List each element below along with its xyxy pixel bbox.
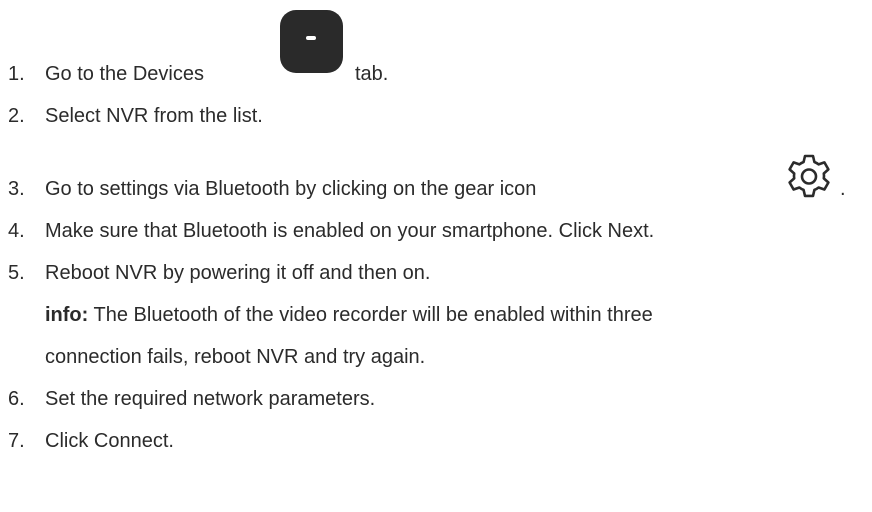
step-6: 6. Set the required network parameters. bbox=[8, 387, 375, 411]
devices-tab-icon bbox=[280, 10, 343, 73]
step-number: 4. bbox=[8, 220, 25, 242]
info-note: info: The Bluetooth of the video recorde… bbox=[45, 303, 653, 327]
gear-icon bbox=[788, 154, 830, 198]
step-number: 6. bbox=[8, 388, 25, 410]
step-number: 3. bbox=[8, 178, 25, 200]
step-4: 4. Make sure that Bluetooth is enabled on… bbox=[8, 219, 654, 243]
step-1-after: tab. bbox=[355, 63, 389, 85]
step-text: Go to settings via Bluetooth by clicking… bbox=[45, 178, 537, 200]
step-text: Select NVR from the list. bbox=[45, 105, 263, 127]
step-text: Make sure that Bluetooth is enabled on y… bbox=[45, 220, 655, 242]
step-3-after: . bbox=[840, 178, 846, 200]
step-5: 5. Reboot NVR by powering it off and then… bbox=[8, 261, 430, 285]
step-number: 5. bbox=[8, 262, 25, 284]
step-number: 2. bbox=[8, 105, 25, 127]
step-text: Set the required network parameters. bbox=[45, 388, 376, 410]
step-number: 1. bbox=[8, 63, 25, 85]
step-text: Click Connect. bbox=[45, 430, 174, 452]
step-1: 1. Go to the Devices bbox=[8, 62, 204, 86]
step-number: 7. bbox=[8, 430, 25, 452]
step-text: Reboot NVR by powering it off and then o… bbox=[45, 262, 431, 284]
step-7: 7. Click Connect. bbox=[8, 429, 174, 453]
step-2: 2. Select NVR from the list. bbox=[8, 104, 263, 128]
step-3: 3. Go to settings via Bluetooth by clicki… bbox=[8, 177, 536, 201]
info-label: info: bbox=[45, 304, 89, 326]
info-note-line2: connection fails, reboot NVR and try aga… bbox=[45, 346, 426, 368]
step-text: Go to the Devices bbox=[45, 63, 204, 85]
info-text: The Bluetooth of the video recorder will… bbox=[93, 304, 653, 326]
